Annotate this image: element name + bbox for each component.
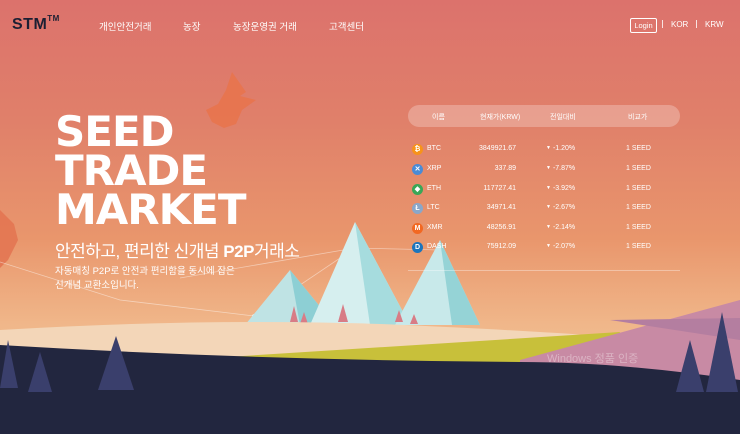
divider	[662, 20, 663, 28]
coin-change: ▼ -2.07%	[546, 243, 575, 250]
change-value: -2.07%	[552, 243, 576, 250]
nav-farm[interactable]: 농장	[183, 19, 200, 33]
coin-price: 75912.09	[486, 243, 516, 250]
coin-compare: 1 SEED	[626, 224, 651, 231]
column-header-name: 이름	[432, 114, 445, 121]
column-header-price: 현재가(KRW)	[480, 114, 521, 121]
table-row[interactable]: M XMR 48256.91 ▼ -2.14% 1 SEED	[408, 220, 680, 238]
activation-watermark: Windows 정품 인증	[547, 353, 639, 365]
change-value: -2.14%	[552, 224, 576, 231]
language-selector[interactable]: KOR	[671, 20, 688, 29]
down-arrow-icon: ▼	[546, 204, 551, 210]
hero-subtitle-text: 안전하고, 편리한 신개념	[55, 242, 224, 261]
change-value: -3.92%	[552, 185, 576, 192]
change-value: -1.20%	[552, 145, 576, 152]
coin-change: ▼ -1.20%	[546, 145, 575, 152]
coin-price: 48256.91	[486, 224, 516, 231]
coin-price: 117727.41	[483, 185, 516, 192]
table-divider	[408, 270, 680, 271]
coin-price: 34971.41	[486, 204, 516, 211]
coin-compare: 1 SEED	[626, 145, 651, 152]
site-logo[interactable]: STMTM	[12, 14, 60, 34]
hero-subtitle: 안전하고, 편리한 신개념 P2P거래소	[55, 237, 300, 262]
landing-page: STMTM 개인안전거래 농장 농장운영권 거래 고객센터 Login KOR …	[0, 0, 740, 434]
hero-description-line: 자동매칭 P2P로 안전과 편리함을 동시에 잡은	[55, 266, 235, 277]
trademark-mark: TM	[47, 14, 60, 23]
down-arrow-icon: ▼	[546, 145, 551, 151]
hero-description: 자동매칭 P2P로 안전과 편리함을 동시에 잡은 신개념 교환소입니다.	[55, 265, 255, 293]
down-arrow-icon: ▼	[546, 185, 551, 191]
table-row[interactable]: ✕ XRP 337.89 ▼ -7.87% 1 SEED	[408, 161, 680, 179]
coin-compare: 1 SEED	[626, 185, 651, 192]
table-row[interactable]: ₿ BTC 3849921.67 ▼ -1.20% 1 SEED	[408, 141, 680, 159]
hero-description-line: 신개념 교환소입니다.	[55, 280, 139, 291]
change-value: -7.87%	[552, 165, 576, 172]
nav-farm-operation-rights[interactable]: 농장운영권 거래	[233, 19, 297, 33]
coin-price: 337.89	[494, 165, 516, 172]
coin-change: ▼ -3.92%	[546, 185, 575, 192]
coin-compare: 1 SEED	[626, 204, 651, 211]
column-header-change: 전일대비	[550, 114, 576, 121]
coin-change: ▼ -2.67%	[546, 204, 575, 211]
coin-price: 3849921.67	[479, 145, 516, 152]
column-header-compare: 비교가	[628, 114, 648, 121]
down-arrow-icon: ▼	[546, 165, 551, 171]
price-table-header: 이름 현재가(KRW) 전일대비 비교가	[408, 105, 680, 127]
coin-compare: 1 SEED	[626, 165, 651, 172]
change-value: -2.67%	[552, 204, 576, 211]
hero-subtitle-suffix: 거래소	[253, 242, 300, 261]
divider	[696, 20, 697, 28]
coin-change: ▼ -7.87%	[546, 165, 575, 172]
login-button[interactable]: Login	[630, 18, 657, 33]
coin-compare: 1 SEED	[626, 243, 651, 250]
nav-personal-safe-trade[interactable]: 개인안전거래	[99, 19, 151, 33]
logo-text: STM	[12, 16, 48, 33]
hero-title: SEED TRADE MARKET	[55, 111, 247, 234]
currency-selector[interactable]: KRW	[705, 20, 724, 29]
table-row[interactable]: ◆ ETH 117727.41 ▼ -3.92% 1 SEED	[408, 181, 680, 199]
nav-customer-center[interactable]: 고객센터	[329, 19, 364, 33]
table-row[interactable]: Ł LTC 34971.41 ▼ -2.67% 1 SEED	[408, 200, 680, 218]
down-arrow-icon: ▼	[546, 224, 551, 230]
hero-title-line: MARKET	[55, 185, 247, 234]
hero-subtitle-p2p: P2P	[223, 242, 254, 261]
down-arrow-icon: ▼	[546, 243, 551, 249]
coin-change: ▼ -2.14%	[546, 224, 575, 231]
table-row[interactable]: D DASH 75912.09 ▼ -2.07% 1 SEED	[408, 239, 680, 257]
